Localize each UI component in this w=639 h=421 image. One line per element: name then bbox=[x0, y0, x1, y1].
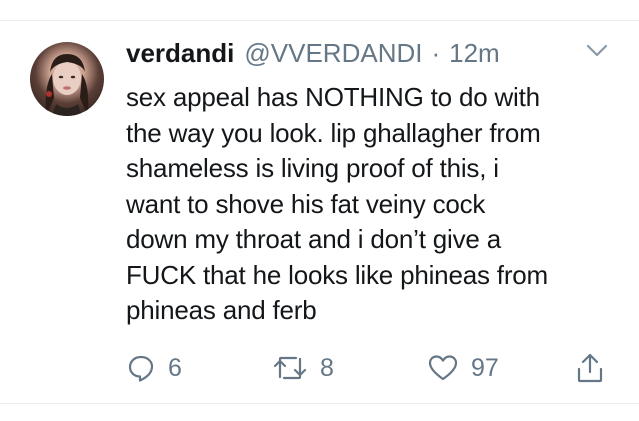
display-name[interactable]: verdandi bbox=[126, 38, 234, 69]
user-handle[interactable]: @VVERDANDI bbox=[244, 38, 422, 69]
reply-icon bbox=[128, 355, 154, 382]
heart-icon bbox=[428, 355, 458, 381]
share-button[interactable] bbox=[575, 350, 605, 386]
tweet-header: verdandi @VVERDANDI · 12m bbox=[126, 38, 500, 74]
like-button[interactable]: 97 bbox=[427, 350, 499, 386]
share-icon bbox=[577, 353, 603, 383]
reply-button[interactable]: 6 bbox=[126, 350, 182, 386]
timestamp[interactable]: 12m bbox=[449, 38, 500, 69]
avatar[interactable] bbox=[30, 42, 104, 116]
bottom-divider bbox=[0, 403, 639, 404]
chevron-down-icon[interactable] bbox=[586, 44, 608, 58]
retweet-count: 8 bbox=[320, 353, 334, 382]
tweet-text: sex appeal has NOTHING to do with the wa… bbox=[126, 82, 548, 325]
reply-count: 6 bbox=[168, 353, 182, 382]
tweet-actions: 6 8 97 bbox=[0, 350, 639, 386]
avatar-image bbox=[45, 54, 89, 116]
separator-dot: · bbox=[431, 38, 441, 68]
like-count: 97 bbox=[471, 353, 499, 382]
retweet-button[interactable]: 8 bbox=[272, 350, 334, 386]
retweet-icon bbox=[273, 356, 307, 380]
top-divider bbox=[0, 20, 639, 21]
